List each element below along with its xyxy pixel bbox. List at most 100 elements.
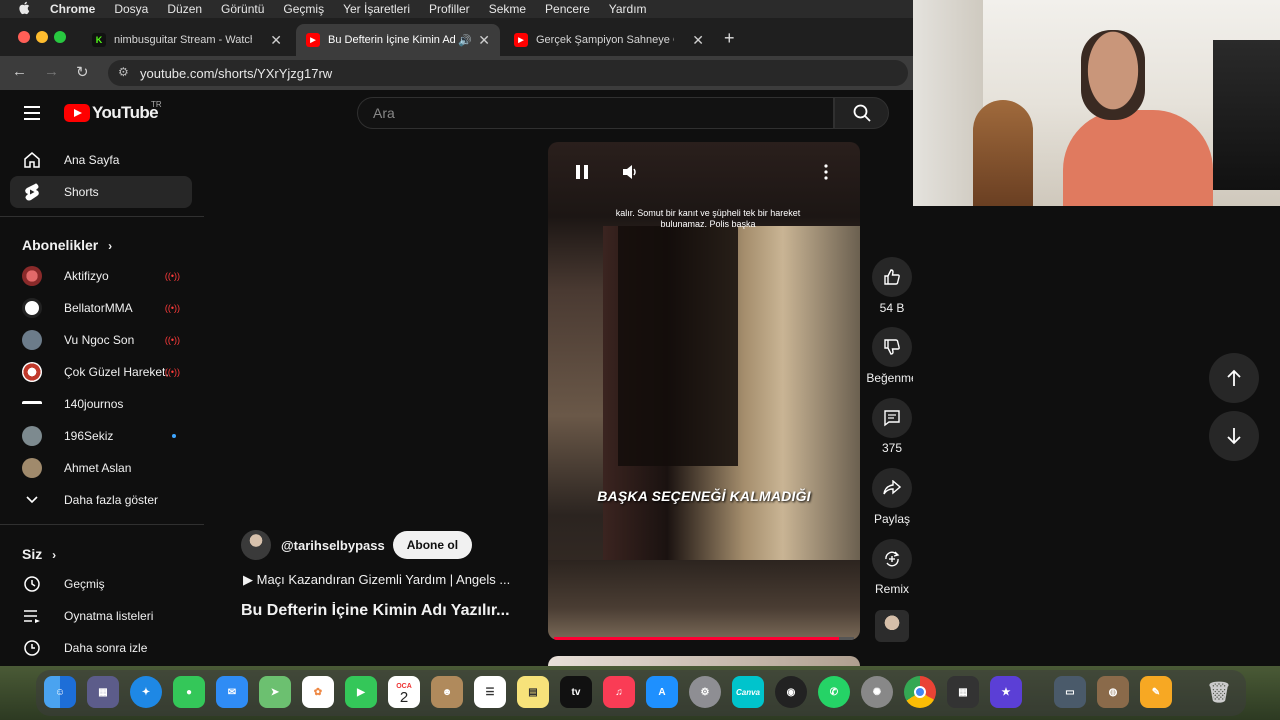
previous-short-button[interactable] [1209, 353, 1259, 403]
zoom-window-button[interactable] [54, 31, 66, 43]
video-caption-top: kalır. Somut bir kanıt ve şüpheli tek bi… [615, 208, 801, 229]
tab-youtube-other[interactable]: ▶ Gerçek Şampiyon Sahneye Ç ✕ [504, 24, 714, 56]
forward-icon[interactable]: → [44, 63, 59, 80]
calculator-icon[interactable]: ▦ [947, 676, 979, 708]
share-button[interactable] [872, 468, 912, 508]
more-options-icon[interactable] [824, 164, 828, 185]
like-button[interactable] [872, 257, 912, 297]
next-short-button[interactable] [1209, 411, 1259, 461]
menu-window[interactable]: Pencere [545, 2, 590, 16]
subscriptions-header[interactable]: Abonelikler › [22, 237, 112, 253]
safari-icon[interactable]: ✦ [130, 676, 162, 708]
youtube-logo[interactable]: YouTube TR [64, 100, 162, 123]
calendar-icon[interactable]: OCA 2 [388, 676, 420, 708]
site-settings-icon[interactable]: ⚙ [118, 65, 129, 79]
sidebar-item-home[interactable]: Ana Sayfa [10, 144, 192, 176]
menu-app-name[interactable]: Chrome [50, 2, 95, 16]
channel-handle[interactable]: @tarihselbypass [281, 538, 385, 553]
music-icon[interactable]: ♫ [603, 676, 635, 708]
channel-avatar [22, 458, 42, 478]
sidebar-item-label: Daha sonra izle [64, 641, 148, 655]
sidebar-sub-ahmetaslan[interactable]: Ahmet Aslan [10, 452, 192, 484]
menu-icon[interactable] [24, 106, 40, 124]
short-video-player[interactable]: kalır. Somut bir kanıt ve şüpheli tek bi… [548, 142, 860, 640]
close-tab-icon[interactable]: ✕ [692, 32, 704, 49]
canva-icon[interactable]: Canva [732, 676, 764, 708]
pages-icon[interactable]: ✎ [1140, 676, 1172, 708]
url-bar[interactable]: ⚙ youtube.com/shorts/YXrYjzg17rw [108, 60, 908, 86]
audio-source-thumbnail[interactable] [875, 610, 909, 642]
sidebar-item-watch-later[interactable]: Daha sonra izle [10, 632, 192, 664]
sidebar-item-playlists[interactable]: Oynatma listeleri [10, 600, 192, 632]
menu-help[interactable]: Yardım [609, 2, 647, 16]
imovie-icon[interactable]: ★ [990, 676, 1022, 708]
volume-icon[interactable] [622, 164, 640, 185]
sidebar-item-label: Vu Ngoc Son [64, 333, 135, 347]
dislike-button[interactable] [872, 327, 912, 367]
reload-icon[interactable]: ↻ [76, 63, 89, 81]
photos-icon[interactable]: ✿ [302, 676, 334, 708]
tab-kick-stream[interactable]: K nimbusguitar Stream - Watch ✕ [82, 24, 292, 56]
whatsapp-icon[interactable]: ✆ [818, 676, 850, 708]
messages-icon[interactable]: ● [173, 676, 205, 708]
search-input[interactable]: Ara [357, 97, 834, 129]
menu-bookmarks[interactable]: Yer İşaretleri [343, 2, 410, 16]
maps-icon[interactable]: ➤ [259, 676, 291, 708]
youtube-favicon-icon: ▶ [306, 33, 320, 47]
search-button[interactable] [834, 97, 889, 129]
sidebar-sub-vungocson[interactable]: Vu Ngoc Son ((•)) [10, 324, 192, 356]
tv-label: tv [571, 686, 581, 698]
close-tab-icon[interactable]: ✕ [270, 32, 282, 49]
sidebar-sub-cokguzel[interactable]: Çok Güzel Hareket... ((•)) [10, 356, 192, 388]
trash-icon[interactable]: 🗑 [1203, 676, 1235, 708]
minimize-window-button[interactable] [36, 31, 48, 43]
back-icon[interactable]: ← [12, 63, 27, 80]
launchpad-icon[interactable]: ▦ [87, 676, 119, 708]
sidebar-item-history[interactable]: Geçmiş [10, 568, 192, 600]
tab-audio-icon[interactable]: 🔊 [458, 34, 472, 47]
playlist-link[interactable]: ▶ Maçı Kazandıran Gizemli Yardım | Angel… [243, 572, 535, 588]
menu-file[interactable]: Dosya [114, 2, 148, 16]
finder-icon[interactable]: ☺ [44, 676, 76, 708]
next-short-preview[interactable] [548, 656, 860, 666]
contacts-icon[interactable]: ☻ [431, 676, 463, 708]
menu-profiles[interactable]: Profiller [429, 2, 470, 16]
channel-avatar[interactable] [241, 530, 271, 560]
pause-icon[interactable] [575, 164, 589, 185]
close-tab-icon[interactable]: ✕ [478, 32, 490, 49]
sidebar-sub-140journos[interactable]: 140journos [10, 388, 192, 420]
sidebar-item-shorts[interactable]: Shorts [10, 176, 192, 208]
sidebar-sub-aktifizyo[interactable]: Aktifizyo ((•)) [10, 260, 192, 292]
new-tab-icon[interactable]: + [724, 28, 735, 49]
menu-edit[interactable]: Düzen [167, 2, 202, 16]
sidebar-sub-bellatormma[interactable]: BellatorMMA ((•)) [10, 292, 192, 324]
subscribe-button[interactable]: Abone ol [392, 531, 473, 559]
menu-view[interactable]: Görüntü [221, 2, 264, 16]
sidebar-item-label: 140journos [64, 397, 124, 411]
close-window-button[interactable] [18, 31, 30, 43]
video-progress-bar[interactable] [554, 637, 854, 640]
tab-youtube-active[interactable]: ▶ Bu Defterin İçine Kimin Ad 🔊 ✕ [296, 24, 500, 56]
short-title[interactable]: Bu Defterin İçine Kimin Adı Yazılır... [241, 602, 531, 620]
menu-history[interactable]: Geçmiş [283, 2, 324, 16]
apple-tv-icon[interactable]: tv [560, 676, 592, 708]
app-store-icon[interactable]: A [646, 676, 678, 708]
facetime-icon[interactable]: ▶ [345, 676, 377, 708]
comments-button[interactable] [872, 398, 912, 438]
recent-folder-icon[interactable]: ▭ [1054, 676, 1086, 708]
remix-button[interactable] [872, 539, 912, 579]
recent-photo-icon[interactable]: ◍ [1097, 676, 1129, 708]
short-channel-row: @tarihselbypass Abone ol [241, 530, 473, 560]
sidebar-sub-196sekiz[interactable]: 196Sekiz [10, 420, 192, 452]
notes-icon[interactable]: ▤ [517, 676, 549, 708]
obs-icon[interactable]: ◉ [775, 676, 807, 708]
menu-tab[interactable]: Sekme [489, 2, 526, 16]
apple-icon[interactable] [18, 1, 32, 18]
sidebar-show-more[interactable]: Daha fazla göster [10, 484, 192, 516]
mail-icon[interactable]: ✉ [216, 676, 248, 708]
chrome-icon[interactable] [904, 676, 936, 708]
aperture-icon[interactable]: ✺ [861, 676, 893, 708]
you-header[interactable]: Siz › [22, 546, 56, 562]
system-settings-icon[interactable]: ⚙ [689, 676, 721, 708]
reminders-icon[interactable]: ☰ [474, 676, 506, 708]
